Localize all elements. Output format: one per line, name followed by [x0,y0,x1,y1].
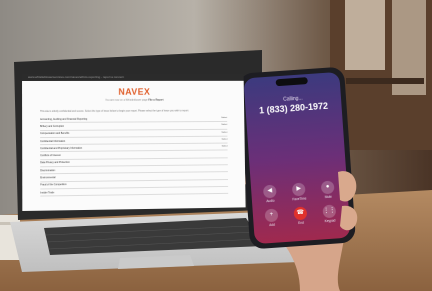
issue-label: Data Privacy and Protection [40,161,70,165]
window-light [345,0,385,70]
file-report-link[interactable]: File a Report [148,99,163,102]
issue-label: Conflicts of Interest [40,154,61,158]
issue-label: Fraud of the Competition [40,183,67,187]
intro-text: This site is strictly confidential and s… [40,109,189,113]
tagline-text: You are now on a Whistleblower page [105,98,149,102]
page-tagline: You are now on a Whistleblower page File… [22,98,244,102]
call-control-label: End [298,220,305,226]
issue-label: Bribery and Corruption [40,124,65,128]
issue-label: Accounting, Auditing and Financial Repor… [40,117,88,121]
end-call-icon[interactable]: ☎ [293,206,308,221]
keypad-icon[interactable]: ⋮⋮ [322,204,337,219]
phone-call-screen: Calling... 1 (833) 280-1972 ◀ Audio ▶ FaceT… [241,72,352,244]
issue-select-link[interactable]: Select [222,146,228,148]
issue-label: Confidential Information [40,139,66,143]
video-icon[interactable]: ▶ [291,182,306,197]
issue-row[interactable]: Insider Trade [40,186,229,197]
issue-select-link[interactable]: Select [222,139,228,141]
add-call-icon[interactable]: + [264,208,279,223]
issue-select-link[interactable]: Select [221,124,227,126]
issue-label: Insider Trade [40,190,55,195]
mute-icon[interactable]: ● [320,180,335,195]
photo-scene: www.whistleblowerservices.com/navex/ethi… [0,0,432,291]
issue-label: Environmental [40,176,56,180]
issue-select-link[interactable]: Select [222,131,228,133]
issue-label: Discrimination [40,168,56,173]
issue-list: Accounting, Auditing and Financial Repor… [40,115,229,197]
call-control-label: Mute [324,194,333,200]
issue-select-link[interactable]: Select [221,117,227,119]
call-control-label: Add [269,222,276,228]
call-control-label: Keypad [324,218,336,224]
issue-label: Confidential and Proprietary Information [40,146,83,150]
issue-label: Compensation and Benefits [40,132,70,136]
call-control-label: Audio [266,198,275,204]
browser-url-bar: www.whistleblowerservices.com/navex/ethi… [22,74,244,81]
laptop-screen-webpage: www.whistleblowerservices.com/navex/ethi… [22,74,246,211]
speaker-icon[interactable]: ◀ [262,184,277,199]
call-control-label: FaceTime [292,196,307,202]
navex-logo: NAVEX [118,86,151,97]
